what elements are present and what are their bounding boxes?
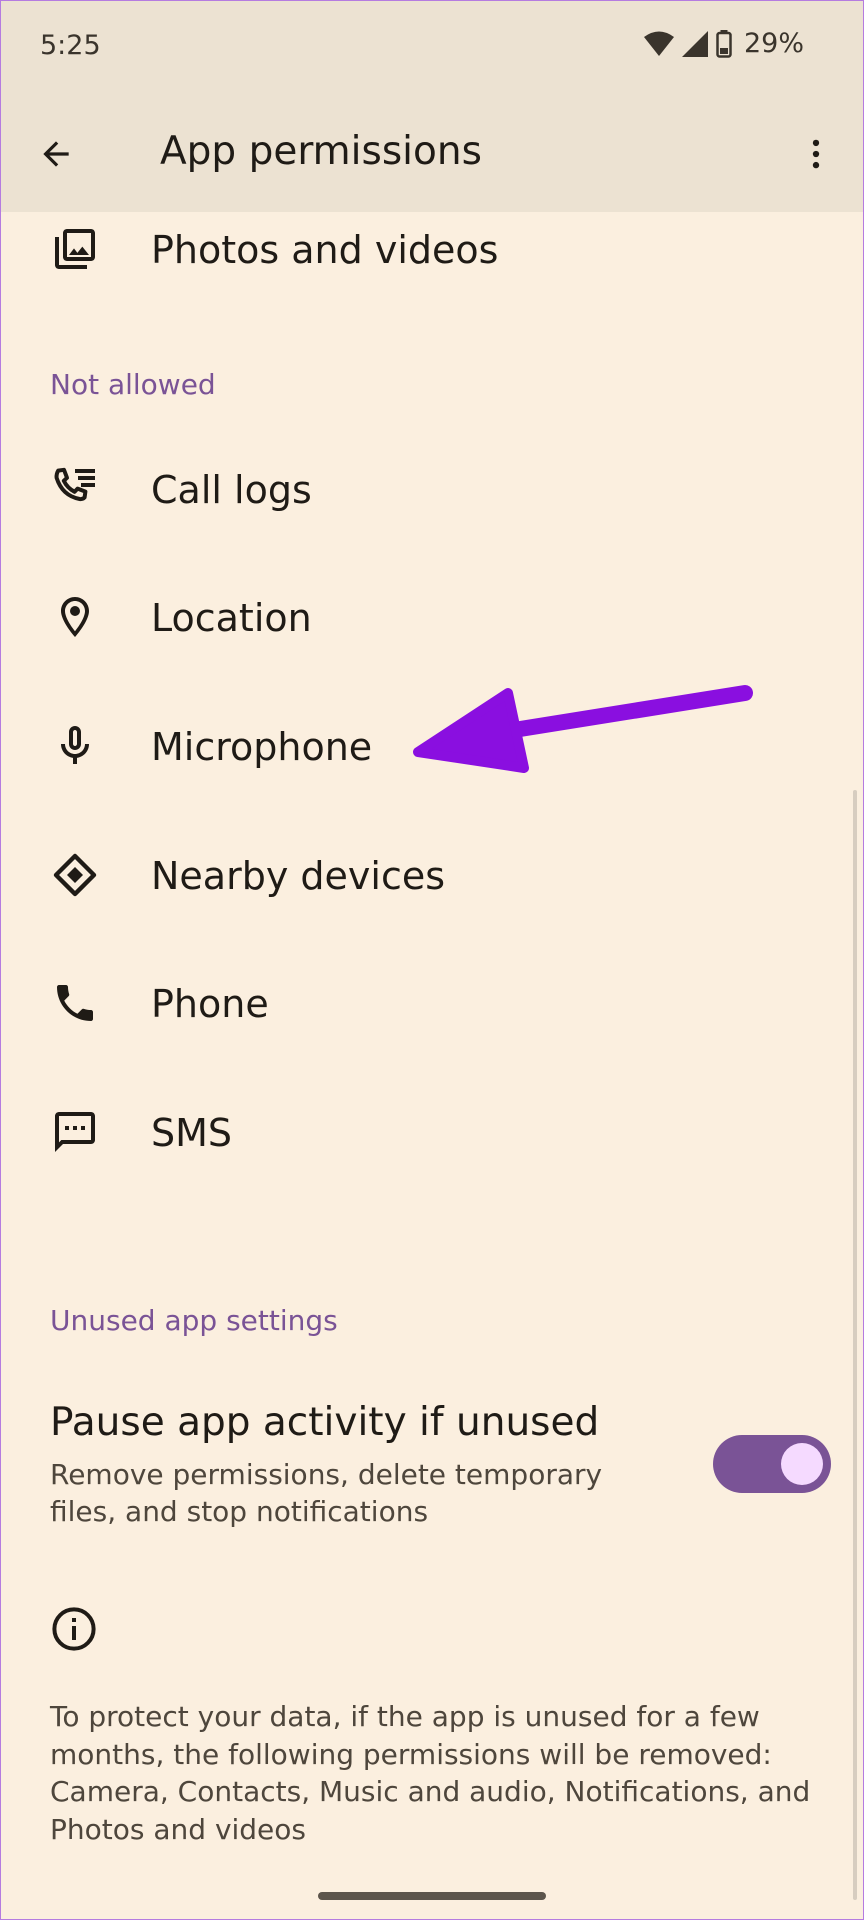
home-indicator[interactable] [318,1892,546,1900]
permission-item-location[interactable]: Location [0,567,864,667]
page-title: App permissions [160,129,482,174]
app-bar: App permissions [0,96,864,212]
permission-item-label: Call logs [151,468,312,512]
permission-item-sms[interactable]: SMS [0,1082,864,1182]
permission-item-label: Location [151,596,312,640]
location-icon [50,592,100,642]
scrollbar[interactable] [853,790,857,1900]
permission-item-label: Phone [151,982,269,1026]
status-bar: 5:25 29% [0,0,864,96]
battery-percent: 29% [743,28,804,59]
back-button[interactable] [24,122,88,186]
nearby-devices-icon [50,850,100,900]
pause-app-activity-title: Pause app activity if unused [50,1400,600,1445]
permission-item-label: SMS [151,1111,233,1155]
permission-item-phone[interactable]: Phone [0,953,864,1053]
info-text: To protect your data, if the app is unus… [50,1700,811,1846]
pause-app-activity-toggle[interactable] [713,1435,831,1493]
status-time: 5:25 [40,30,101,61]
back-arrow-icon [43,141,69,167]
more-options-button[interactable] [784,122,848,186]
call-log-icon [50,464,100,514]
signal-icon [681,30,708,57]
permission-item-label: Microphone [151,725,373,769]
info-icon [52,1607,96,1651]
permission-item-microphone[interactable]: Microphone [0,696,864,796]
pause-app-activity-description: Remove permissions, delete temporary fil… [50,1458,603,1528]
battery-icon [716,29,732,58]
microphone-icon [50,721,100,771]
wifi-icon [643,31,674,56]
sms-icon [50,1107,100,1157]
section-header-unused-app-settings: Unused app settings [50,1304,338,1337]
permission-item-call-logs[interactable]: Call logs [0,439,864,539]
permission-item-label: Photos and videos [151,228,499,272]
permission-item-nearby-devices[interactable]: Nearby devices [0,825,864,925]
section-header-not-allowed: Not allowed [50,368,216,401]
photos-icon [50,224,100,274]
toggle-knob [781,1443,823,1485]
permission-item-label: Nearby devices [151,854,446,898]
status-icons: 29% [643,28,804,59]
phone-icon [50,978,100,1028]
permission-item-photos-and-videos[interactable]: Photos and videos [0,199,864,299]
more-vert-icon [812,139,820,169]
